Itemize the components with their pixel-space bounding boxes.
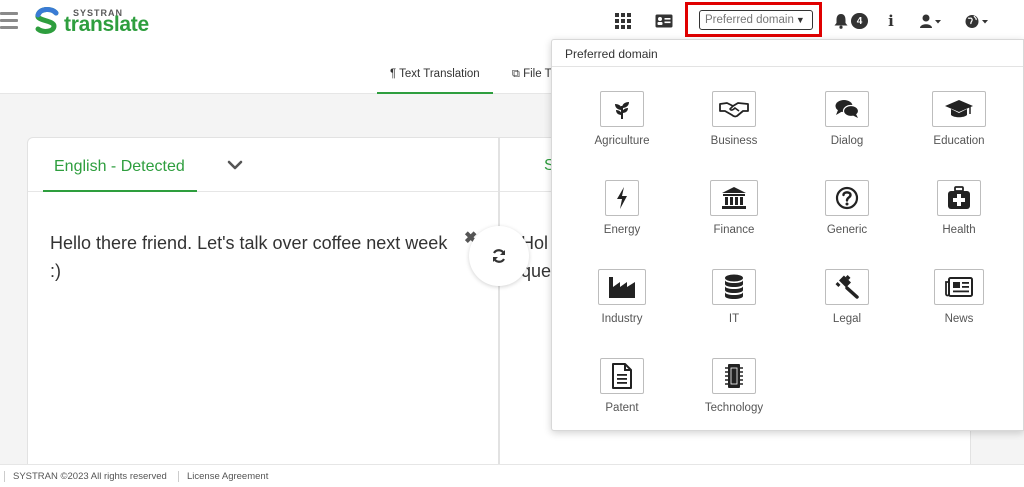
domain-label: News [944, 313, 974, 325]
chevron-down-icon[interactable] [227, 158, 243, 176]
user-menu-icon[interactable] [920, 10, 942, 32]
domain-label: Technology [704, 402, 764, 414]
bank-icon [710, 180, 758, 216]
domain-technology[interactable]: Technology [678, 358, 790, 436]
source-language-selector[interactable]: English - Detected [43, 138, 197, 192]
caret-down-icon: ▼ [795, 15, 805, 25]
preferred-domain-dropdown: Preferred domain Agriculture Business Di… [551, 39, 1024, 431]
lightning-bolt-icon [605, 180, 639, 216]
source-language-bar: English - Detected [28, 138, 498, 192]
tab-text-translation[interactable]: ¶ Text Translation [377, 62, 493, 94]
factory-icon [598, 269, 646, 305]
menu-icon[interactable] [0, 12, 18, 30]
domain-label: Energy [603, 224, 641, 236]
document-icon [600, 358, 644, 394]
tab-file-translation-label: File T [523, 68, 552, 80]
domain-label: Dialog [830, 135, 864, 147]
domain-label: IT [728, 313, 740, 325]
source-text-input[interactable]: Hello there friend. Let's talk over coff… [50, 229, 450, 285]
domain-agriculture[interactable]: Agriculture [566, 91, 678, 169]
domain-label: Finance [713, 224, 755, 236]
microchip-icon [712, 358, 756, 394]
source-panel: English - Detected Hello there friend. L… [27, 137, 499, 467]
database-icon [712, 269, 756, 305]
domain-label: Industry [601, 313, 643, 325]
domain-health[interactable]: Health [903, 180, 1015, 258]
domain-industry[interactable]: Industry [566, 269, 678, 347]
domain-business[interactable]: Business [678, 91, 790, 169]
domain-energy[interactable]: Energy [566, 180, 678, 258]
domain-dialog[interactable]: Dialog [791, 91, 903, 169]
domain-finance[interactable]: Finance [678, 180, 790, 258]
domain-legal[interactable]: Legal [791, 269, 903, 347]
refresh-icon [492, 249, 506, 263]
domain-news[interactable]: News [903, 269, 1015, 347]
domain-label: Generic [826, 224, 868, 236]
copyright-text: SYSTRAN ©2023 All rights reserved [4, 471, 167, 482]
footer: SYSTRAN ©2023 All rights reserved Licens… [0, 464, 1024, 487]
domain-education[interactable]: Education [903, 91, 1015, 169]
domain-label: Business [710, 135, 758, 147]
bell-icon[interactable] [833, 10, 849, 32]
notification-count-badge[interactable]: 4 [851, 13, 868, 29]
newspaper-icon [934, 269, 984, 305]
domain-patent[interactable]: Patent [566, 358, 678, 436]
seedling-icon [600, 91, 644, 127]
comments-icon [825, 91, 869, 127]
domain-label: Education [933, 135, 985, 147]
domain-it[interactable]: IT [678, 269, 790, 347]
contact-card-icon[interactable] [655, 10, 673, 32]
info-icon[interactable]: i [886, 10, 896, 32]
domain-generic[interactable]: Generic [791, 180, 903, 258]
domain-label: Patent [605, 402, 639, 414]
swap-languages-button[interactable] [469, 226, 529, 286]
preferred-domain-label: Preferred domain [705, 14, 794, 26]
gavel-icon [825, 269, 869, 305]
question-circle-icon [825, 180, 869, 216]
logo-swirl-icon [35, 7, 59, 34]
domain-label: Agriculture [594, 135, 650, 147]
domain-label: Health [942, 224, 976, 236]
globe-icon[interactable] [965, 10, 989, 32]
preferred-domain-button[interactable]: Preferred domain ▼ [699, 10, 813, 30]
systran-logo[interactable]: SYSTRAN translate [32, 6, 152, 36]
domain-label: Legal [832, 313, 862, 325]
dropdown-title: Preferred domain [552, 40, 1023, 67]
medical-kit-icon [937, 180, 981, 216]
license-agreement-link[interactable]: License Agreement [178, 471, 268, 482]
graduation-cap-icon [932, 91, 986, 127]
handshake-icon [712, 91, 756, 127]
top-header: SYSTRAN translate Preferred domain ▼ 4 i [0, 0, 1024, 44]
file-copy-icon: ⧉ [512, 68, 520, 80]
apps-grid-icon[interactable] [614, 10, 632, 32]
logo-product-text: translate [64, 13, 149, 36]
